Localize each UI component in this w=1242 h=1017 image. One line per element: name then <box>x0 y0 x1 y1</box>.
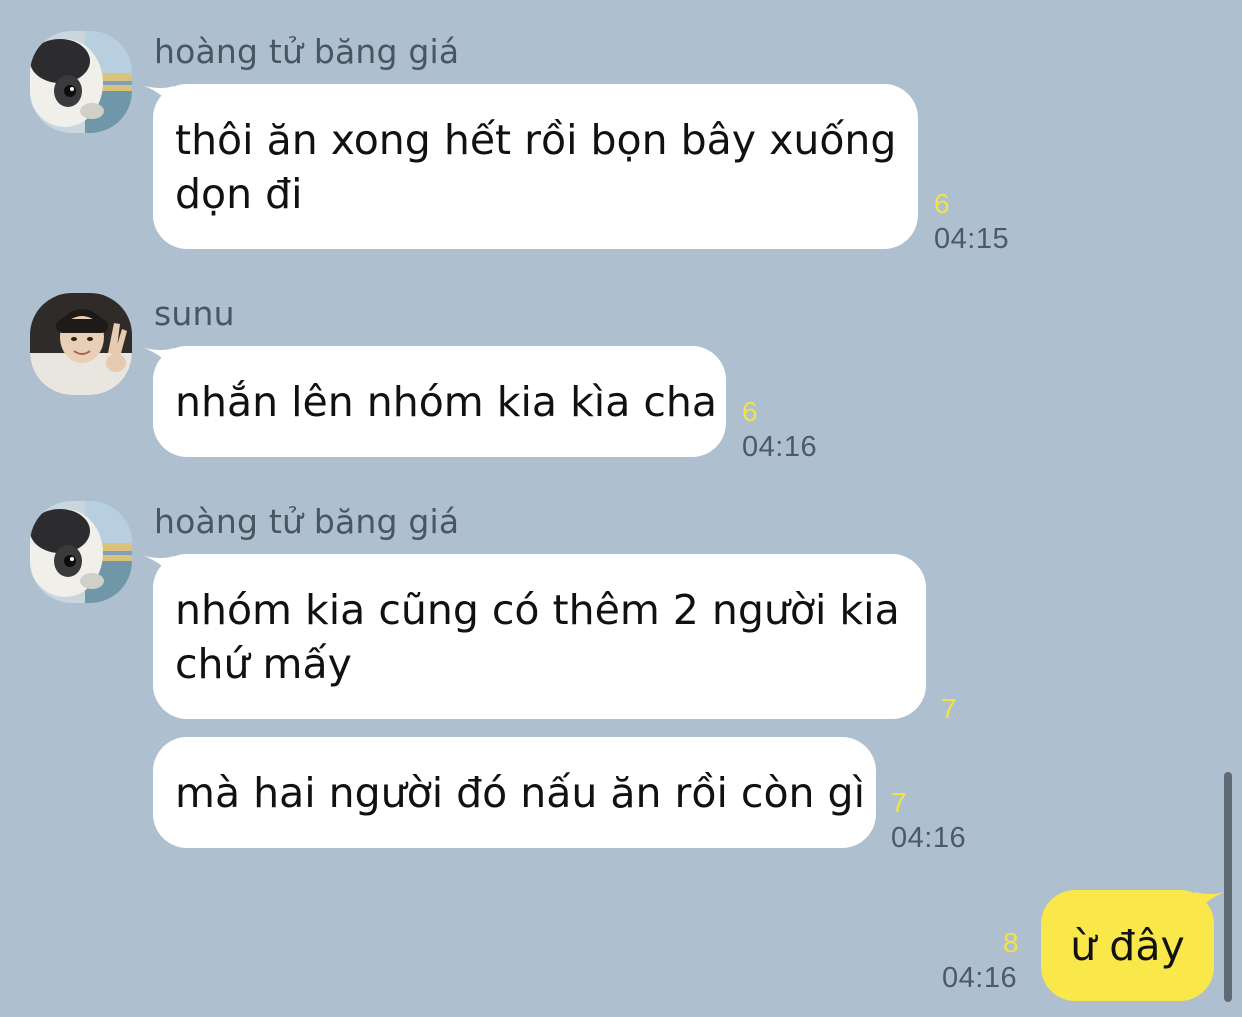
sender-name: hoàng tử băng giá <box>154 502 460 541</box>
unread-count: 6 <box>934 188 950 219</box>
sender-avatar-sunu[interactable] <box>30 293 132 395</box>
person-avatar-image <box>30 293 132 395</box>
unread-count: 7 <box>941 693 957 724</box>
sender-avatar-penguin[interactable] <box>30 31 132 133</box>
sender-name: hoàng tử băng giá <box>154 32 460 71</box>
message-bubble[interactable]: nhóm kia cũng có thêm 2 người kia chứ mấ… <box>153 554 926 719</box>
message-bubble[interactable]: nhắn lên nhóm kia kìa cha <box>153 346 726 457</box>
unread-count: 7 <box>891 787 907 818</box>
message-text-line: mà hai người đó nấu ăn rồi còn gì <box>175 768 865 817</box>
sender-avatar-penguin[interactable] <box>30 501 132 603</box>
message-timestamp: 04:16 <box>891 822 967 854</box>
message-text-line: nhắn lên nhóm kia kìa cha <box>175 377 718 426</box>
message-text-line: ừ đây <box>1070 921 1185 970</box>
penguin-avatar-image <box>30 501 132 603</box>
message-bubble[interactable]: mà hai người đó nấu ăn rồi còn gì <box>153 737 876 848</box>
message-text-line: chứ mấy <box>175 639 352 688</box>
message-timestamp: 04:16 <box>942 962 1018 994</box>
scrollbar-thumb[interactable] <box>1224 772 1232 1002</box>
message-bubble[interactable]: thôi ăn xong hết rồi bọn bây xuống dọn đ… <box>153 84 918 249</box>
message-timestamp: 04:15 <box>934 223 1010 255</box>
message-timestamp: 04:16 <box>742 431 818 463</box>
chat-message-list[interactable]: hoàng tử băng giá thôi ăn xong hết rồi b… <box>0 0 1242 1017</box>
message-text-line: thôi ăn xong hết rồi bọn bây xuống <box>175 115 897 164</box>
unread-count: 8 <box>1003 927 1019 958</box>
penguin-avatar-image <box>30 31 132 133</box>
sender-name: sunu <box>154 294 235 333</box>
my-message-bubble[interactable]: ừ đây <box>1041 890 1214 1001</box>
message-text-line: dọn đi <box>175 169 303 218</box>
unread-count: 6 <box>742 396 758 427</box>
message-text-line: nhóm kia cũng có thêm 2 người kia <box>175 585 900 634</box>
